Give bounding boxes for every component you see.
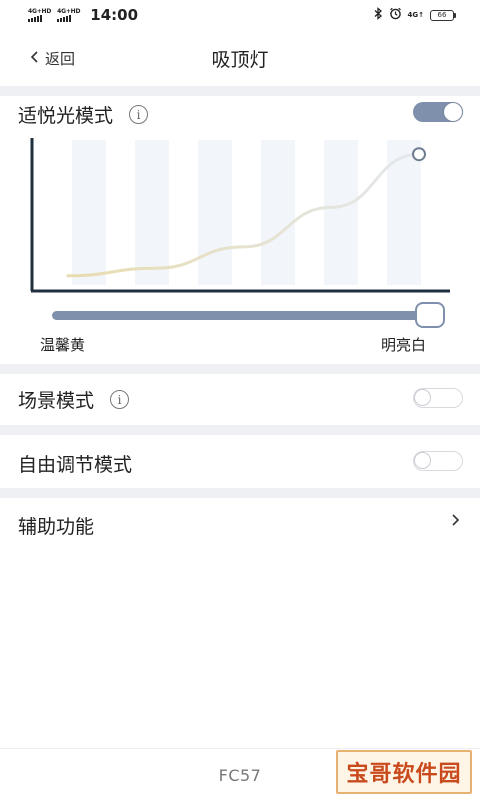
section-divider [0,364,480,374]
status-right: 4G↑ 66 [374,7,456,23]
page-title: 吸顶灯 [211,49,269,71]
footer-line [0,748,480,749]
free-mode-toggle[interactable] [413,451,463,471]
signal-sim2-icon: 4G+HD [57,8,80,22]
assist-row[interactable]: 辅助功能 [18,512,94,539]
app-screen: 4G+HD 4G+HD 14:00 4G↑ 66 返回 吸顶灯 适悦光模式 i … [0,0,480,800]
comfort-mode-title: 适悦光模式 i [18,101,149,128]
status-time: 14:00 [90,6,139,24]
chart-column-band [135,140,169,285]
free-mode-label: 自由调节模式 [18,454,133,476]
slider-min-label: 温馨黄 [40,336,86,354]
info-icon[interactable]: i [129,105,149,124]
info-icon[interactable]: i [110,390,130,409]
header: 返回 吸顶灯 [0,30,480,86]
chart-column-band [261,140,295,285]
status-bar: 4G+HD 4G+HD 14:00 4G↑ 66 [0,0,480,30]
status-left: 4G+HD 4G+HD 14:00 [28,6,138,24]
scene-mode-label: 场景模式 [18,390,95,412]
assist-label: 辅助功能 [18,516,95,538]
color-temperature-chart [30,138,450,293]
battery-icon: 66 [430,9,456,21]
section-divider [0,488,480,498]
free-mode-title: 自由调节模式 [18,450,132,477]
watermark-logo: 宝哥软件园 [336,750,472,794]
color-temperature-slider-thumb[interactable] [415,302,445,328]
alarm-icon [389,7,402,23]
section-divider [0,86,480,96]
chart-column-band [198,140,232,285]
comfort-mode-toggle[interactable] [413,102,463,122]
network-4g-icon: 4G↑ [407,11,424,19]
comfort-mode-label: 适悦光模式 [18,105,114,127]
chevron-right-icon[interactable] [451,512,460,532]
battery-level: 66 [430,9,454,21]
chart-end-point [412,147,426,162]
toggle-knob [414,389,431,406]
chart-column-band [72,140,106,285]
color-temperature-slider-track[interactable] [52,311,437,320]
section-divider [0,425,480,435]
toggle-knob [414,452,431,469]
scene-mode-toggle[interactable] [413,388,463,408]
slider-max-label: 明亮白 [381,336,427,354]
scene-mode-title: 场景模式 i [18,386,130,413]
chart-curve-line [66,152,421,278]
toggle-knob [444,103,462,121]
bluetooth-icon [374,7,383,23]
signal-sim1-icon: 4G+HD [28,8,51,22]
chart-column-band [324,140,358,285]
